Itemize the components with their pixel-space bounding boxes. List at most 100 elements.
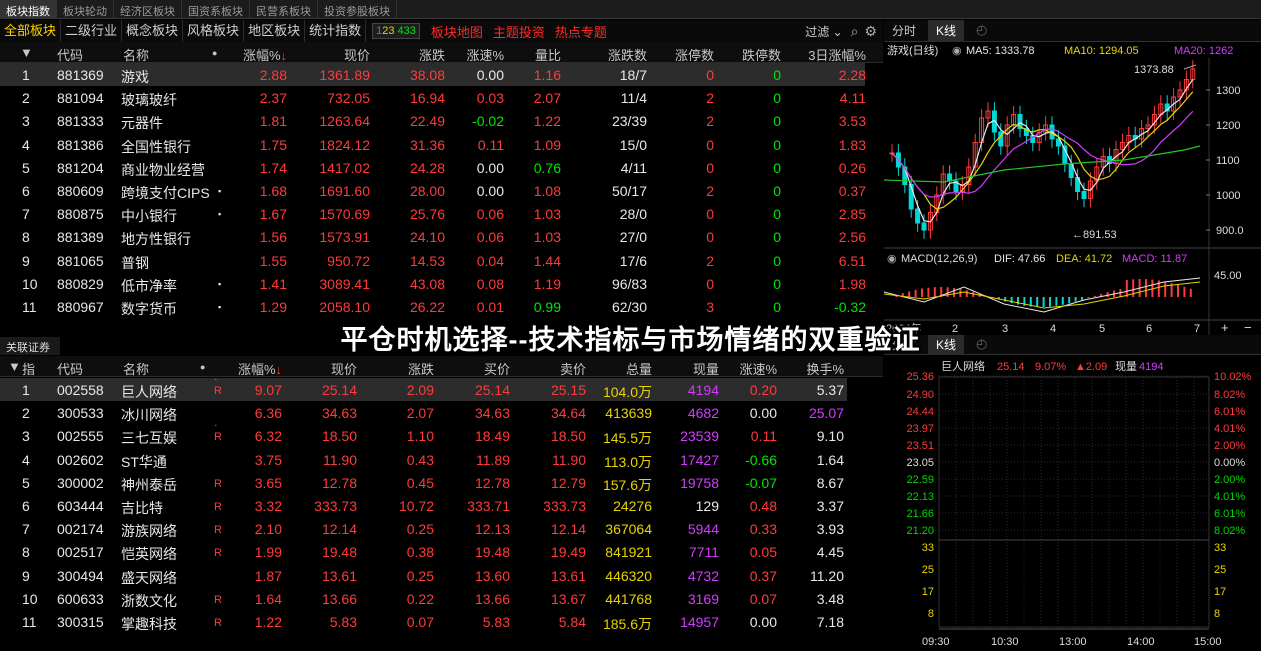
category-tab-3[interactable]: 风格板块 — [183, 20, 245, 42]
sector-pct: 1.68 — [259, 183, 287, 199]
sector-row[interactable]: 2 881094 玻璃玻纤 2.37 732.05 16.94 0.03 2.07 11/4 2 0… — [0, 86, 866, 109]
stock-row[interactable]: 1 002558 巨人网络 R 9.07 25.14 2.09 25.14 25.15 104.0… — [0, 378, 847, 402]
category-tab-5[interactable]: 统计指数 — [305, 20, 367, 42]
stock-row[interactable]: 4 002602 ST华通 3.75 11.90 0.43 11.89 11.90 113.0万… — [0, 448, 847, 471]
tab-fenshi-top[interactable]: 分时 — [884, 20, 924, 42]
stock-col-header-1[interactable]: 名称 — [123, 359, 149, 378]
stock-row[interactable]: 10 600633 浙数文化 R 1.64 13.66 0.22 13.66 13.67 4417… — [0, 587, 847, 610]
minute-chart[interactable]: 巨人网络 25.14 9.07% ▲2.09 现量 4194 25.36 24.90 24.44… — [884, 355, 1261, 651]
sort-arrow-icon-2[interactable]: ▼ — [8, 359, 21, 374]
sector-col-header-1[interactable]: 名称 — [123, 45, 149, 64]
row-index: 11 — [22, 299, 37, 315]
stock-col-header-10[interactable]: 换手% — [781, 359, 844, 378]
category-tab-2[interactable]: 概念板块 — [122, 20, 184, 42]
stock-turnover: 5.37 — [816, 382, 844, 398]
stock-row[interactable]: 2 300533 冰川网络 6.36 34.63 2.07 34.63 34.64 413639… — [0, 401, 847, 424]
sector-col-header-10[interactable]: 3日涨幅% — [784, 45, 866, 64]
top-tab-4[interactable]: 民营系板块 — [250, 0, 318, 19]
top-tab-5[interactable]: 投资参股板块 — [318, 0, 397, 19]
ma10-label: MA10: 1294.05 — [1064, 45, 1139, 57]
sector-speed: 0.00 — [476, 183, 504, 199]
macd-toggle-icon[interactable]: ◉ — [887, 253, 897, 265]
minute-time-tick: 14:00 — [1127, 636, 1155, 648]
refresh-icon[interactable]: ◴ — [976, 22, 987, 38]
ma-toggle-icon[interactable]: ◉ — [952, 45, 962, 57]
sector-col-header-9[interactable]: 跌停数 — [718, 45, 781, 64]
stock-row[interactable]: 5 300002 神州泰岳 R 3.65 12.78 0.45 12.78 12.79 157.6… — [0, 471, 847, 494]
stock-row[interactable]: 3 002555 三七互娱 R 6.32 18.50 1.10 18.49 18.50 145.5… — [0, 424, 847, 447]
sector-volratio: 1.44 — [533, 252, 561, 269]
topic-link-0[interactable]: 板块地图 — [426, 22, 488, 41]
sector-row[interactable]: 8 881389 地方性银行 1.56 1573.91 24.10 0.06 1.03 27/0… — [0, 225, 866, 248]
top-tab-3[interactable]: 国资系板块 — [182, 0, 250, 19]
stock-col-header-5[interactable]: 买价 — [438, 359, 510, 378]
top-tab-0[interactable]: 板块指数 — [0, 0, 57, 19]
search-icon[interactable]: ⌕ — [847, 23, 863, 40]
stock-row[interactable]: 9 300494 盛天网络 1.87 13.61 0.25 13.60 13.61 446320… — [0, 564, 847, 587]
sector-3day: 3.53 — [838, 113, 866, 130]
stock-col-header-2[interactable]: 涨幅%↓ — [220, 359, 282, 378]
stock-row[interactable]: 6 603444 吉比特 R 3.32 333.73 10.72 333.71 333.73 24… — [0, 494, 847, 517]
top-tab-1[interactable]: 板块轮动 — [57, 0, 114, 19]
row-index: 4 — [22, 136, 30, 153]
sort-arrow-icon[interactable]: ▼ — [20, 45, 33, 60]
tab-kline-top[interactable]: K线 — [928, 20, 965, 42]
sector-code: 881333 — [57, 113, 104, 130]
sector-row[interactable]: 7 880875 中小银行 ▪ 1.67 1570.69 25.76 0.06 1.03 28/0… — [0, 202, 866, 225]
stock-ask: 5.84 — [558, 614, 586, 630]
sector-row[interactable]: 11 880967 数字货币 ▪ 1.29 2058.10 26.22 0.01 0.99 62/… — [0, 295, 866, 318]
kline-chart[interactable]: 游戏(日线) ◉ MA5: 1333.78 MA10: 1294.05 MA20: 12… — [884, 42, 1261, 335]
macd-axis-label: 45.00 — [1214, 270, 1242, 282]
top-tab-2[interactable]: 经济区板块 — [114, 0, 182, 19]
sector-col-header-8[interactable]: 涨停数 — [650, 45, 714, 64]
sector-col-header-6[interactable]: 量比 — [508, 45, 561, 64]
sector-chg: 22.49 — [409, 113, 445, 130]
sector-volratio: 2.07 — [533, 90, 561, 107]
stock-row[interactable]: 8 002517 恺英网络 R 1.99 19.48 0.38 19.48 19.49 84192… — [0, 540, 847, 563]
stock-pct: 9.07 — [254, 382, 282, 398]
sector-row[interactable]: 4 881386 全国性银行 1.75 1824.12 31.36 0.11 1.09 15/0… — [0, 133, 866, 156]
stock-col-header-0[interactable]: 代码 — [57, 359, 83, 378]
sector-speed: 0.06 — [476, 206, 504, 223]
stock-col-header-9[interactable]: 涨速% — [723, 359, 777, 378]
category-tab-0[interactable]: 全部板块 — [0, 20, 62, 42]
category-tab-1[interactable]: 二级行业 — [61, 20, 123, 42]
sector-col-header-0[interactable]: 代码 — [57, 45, 83, 64]
sector-row[interactable]: 3 881333 元器件 1.81 1263.64 22.49 -0.02 1.22 23/39… — [0, 109, 866, 132]
sector-row[interactable]: 1 881369 游戏 2.88 1361.89 38.08 0.00 1.16 18/7 0 0 2… — [0, 63, 866, 87]
topic-link-1[interactable]: 主题投资 — [488, 22, 550, 41]
kline-high-label: 1373.88 — [1134, 64, 1174, 76]
stock-code: 603444 — [57, 498, 104, 514]
stock-turnover: 11.20 — [810, 567, 844, 584]
sector-price: 1417.02 — [319, 159, 370, 176]
stock-row[interactable]: 11 300315 掌趣科技 R 1.22 5.83 0.07 5.83 5.84 185.6万 1… — [0, 610, 847, 633]
stock-col-header-8[interactable]: 现量 — [656, 359, 719, 378]
stock-col-header-3[interactable]: 现价 — [287, 359, 357, 378]
stock-name: 游族网络 — [121, 523, 177, 540]
sector-row[interactable]: 5 881204 商业物业经营 1.74 1417.02 24.28 0.00 0.76 4/1… — [0, 156, 866, 179]
stock-row[interactable]: 7 002174 游族网络 R 2.10 12.14 0.25 12.13 12.14 36706… — [0, 517, 847, 540]
stock-col-header-6[interactable]: 卖价 — [514, 359, 586, 378]
filter-dropdown[interactable]: 过滤 ⌄ — [805, 23, 846, 40]
stock-speed: 0.20 — [749, 382, 777, 398]
sector-col-header-7[interactable]: 涨跌数 — [565, 45, 647, 64]
sector-row[interactable]: 9 881065 普钢 1.55 950.72 14.53 0.04 1.44 17/6 2 0 6.… — [0, 249, 866, 272]
sector-col-header-2[interactable]: 涨幅%↓ — [225, 45, 287, 64]
sector-speed: 0.03 — [476, 90, 504, 107]
stock-col-header-7[interactable]: 总量 — [590, 359, 652, 378]
topic-link-2[interactable]: 热点专题 — [550, 22, 612, 41]
stock-name: ST华通 — [121, 453, 167, 470]
sector-row[interactable]: 10 880829 低市净率 ▪ 1.41 3089.41 43.08 0.08 1.19 96/… — [0, 272, 866, 295]
sector-col-header-5[interactable]: 涨速% — [449, 45, 504, 64]
sector-3day: 0.26 — [838, 159, 866, 176]
sector-mark: ▪ — [218, 186, 222, 196]
stock-price: 5.83 — [329, 614, 357, 630]
stock-code: 002602 — [57, 451, 104, 468]
sector-row[interactable]: 6 880609 跨境支付CIPS ▪ 1.68 1691.60 28.00 0.00 1.08… — [0, 179, 866, 202]
sector-mark: ▪ — [218, 302, 222, 312]
settings-gear-icon[interactable]: ⚙ — [862, 23, 883, 40]
category-tab-4[interactable]: 地区板块 — [244, 20, 306, 42]
stock-col-header-4[interactable]: 涨跌 — [362, 359, 434, 378]
sector-col-header-4[interactable]: 涨跌 — [375, 45, 445, 64]
sector-col-header-3[interactable]: 现价 — [298, 45, 370, 64]
